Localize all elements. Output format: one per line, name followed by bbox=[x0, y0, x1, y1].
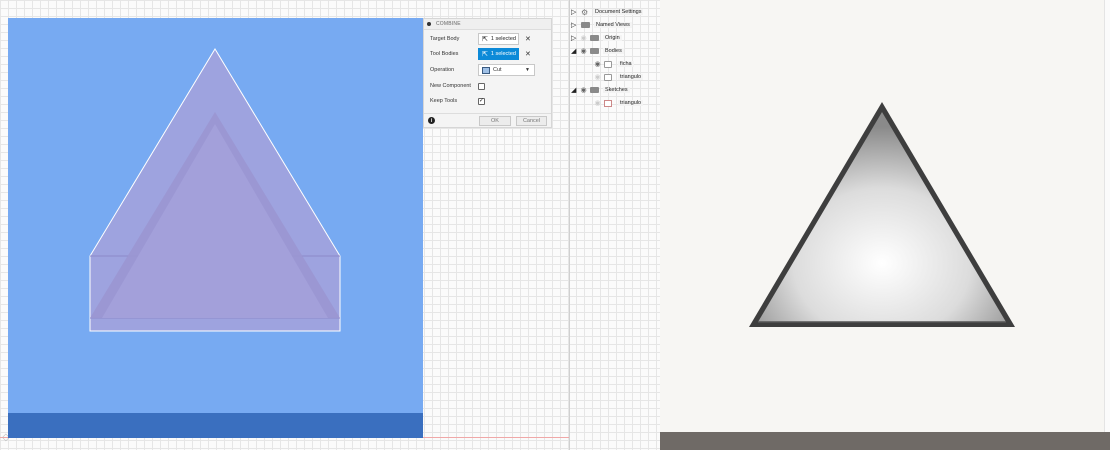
ground-plane bbox=[8, 413, 423, 438]
operation-label: Operation bbox=[430, 67, 455, 73]
render-border bbox=[1104, 0, 1110, 450]
tree-label: triangulo bbox=[618, 100, 644, 106]
triangle-pocket bbox=[758, 112, 1006, 322]
new-component-label: New Component bbox=[430, 83, 471, 89]
eye-icon[interactable]: ◉ bbox=[579, 47, 588, 55]
info-icon[interactable]: i bbox=[428, 117, 435, 124]
dialog-collapse-icon[interactable] bbox=[427, 22, 431, 26]
tree-item-document-settings[interactable]: ▷ ⚙ Document Settings bbox=[571, 6, 644, 18]
tool-bodies-label: Tool Bodies bbox=[430, 51, 459, 57]
tool-bodies-select[interactable]: ⇱ 1 selected bbox=[478, 48, 519, 60]
tree-label: Origin bbox=[603, 35, 622, 41]
rendered-model bbox=[749, 102, 1015, 327]
gear-icon: ⚙ bbox=[581, 7, 589, 17]
body-icon bbox=[604, 60, 612, 68]
eye-icon[interactable]: ◉ bbox=[579, 34, 588, 42]
tree-label: Document Settings bbox=[593, 9, 644, 15]
operation-row: Operation Cut ▼ bbox=[430, 64, 535, 76]
target-body-select[interactable]: ⇱ 1 selected bbox=[478, 33, 519, 45]
dialog-title: COMBINE bbox=[436, 21, 461, 27]
target-body-label: Target Body bbox=[430, 36, 460, 42]
tree-label: Sketches bbox=[603, 87, 630, 93]
chevron-down-icon: ▼ bbox=[525, 67, 530, 73]
tree-item-body-ficha[interactable]: ◉ ficha bbox=[593, 58, 634, 70]
model-bodies bbox=[89, 48, 341, 332]
operation-value: Cut bbox=[493, 67, 502, 73]
expand-icon[interactable]: ▷ bbox=[571, 21, 579, 29]
panel-divider bbox=[569, 0, 570, 450]
target-body-row: Target Body ⇱ 1 selected ✕ bbox=[430, 33, 531, 45]
clear-tools-icon[interactable]: ✕ bbox=[525, 50, 531, 58]
cut-icon bbox=[482, 66, 490, 74]
folder-icon bbox=[581, 22, 590, 28]
cursor-icon: ⇱ bbox=[482, 36, 488, 43]
sketch-icon bbox=[604, 99, 612, 107]
tree-label: Named Views bbox=[594, 22, 632, 28]
collapse-icon[interactable]: ◢ bbox=[571, 47, 579, 55]
folder-icon bbox=[590, 48, 599, 54]
cursor-icon: ⇱ bbox=[482, 51, 488, 58]
tree-item-sketch-triangulo[interactable]: ◉ triangulo bbox=[593, 97, 644, 109]
tree-item-named-views[interactable]: ▷ Named Views bbox=[571, 19, 632, 31]
expand-icon[interactable]: ▷ bbox=[571, 34, 579, 42]
eye-icon[interactable]: ◉ bbox=[593, 99, 602, 107]
ok-button[interactable]: OK bbox=[479, 116, 511, 126]
tree-item-body-triangulo[interactable]: ◉ triangulo bbox=[593, 71, 644, 83]
tool-bodies-row: Tool Bodies ⇱ 1 selected ✕ bbox=[430, 48, 531, 60]
eye-icon[interactable]: ◉ bbox=[593, 73, 602, 81]
keep-tools-label: Keep Tools bbox=[430, 98, 458, 104]
tool-bodies-value: 1 selected bbox=[490, 51, 516, 57]
new-component-row: New Component bbox=[430, 80, 485, 92]
render-view bbox=[660, 0, 1110, 450]
tree-item-bodies[interactable]: ◢ ◉ Bodies bbox=[571, 45, 624, 57]
target-body-value: 1 selected bbox=[490, 36, 516, 42]
render-ground bbox=[660, 432, 1110, 450]
eye-icon[interactable]: ◉ bbox=[593, 60, 602, 68]
tree-item-origin[interactable]: ▷ ◉ Origin bbox=[571, 32, 622, 44]
operation-dropdown[interactable]: Cut ▼ bbox=[478, 64, 535, 76]
eye-icon[interactable]: ◉ bbox=[579, 86, 588, 94]
keep-tools-row: Keep Tools ✓ bbox=[430, 95, 485, 107]
tree-item-sketches[interactable]: ◢ ◉ Sketches bbox=[571, 84, 630, 96]
expand-icon[interactable]: ▷ bbox=[571, 8, 579, 16]
new-component-checkbox[interactable] bbox=[478, 82, 485, 90]
tree-label: triangulo bbox=[618, 74, 644, 80]
collapse-icon[interactable]: ◢ bbox=[571, 86, 579, 94]
cancel-button[interactable]: Cancel bbox=[516, 116, 547, 126]
model-viewport[interactable] bbox=[8, 18, 423, 438]
body-icon bbox=[604, 73, 612, 81]
tree-label: Bodies bbox=[603, 48, 624, 54]
folder-icon bbox=[590, 87, 599, 93]
tree-label: ficha bbox=[618, 61, 634, 67]
dialog-footer: i OK Cancel bbox=[424, 113, 551, 127]
combine-dialog: COMBINE Target Body ⇱ 1 selected ✕ Tool … bbox=[423, 18, 552, 128]
dialog-header[interactable]: COMBINE bbox=[424, 19, 551, 30]
folder-icon bbox=[590, 35, 599, 41]
clear-target-icon[interactable]: ✕ bbox=[525, 35, 531, 43]
keep-tools-checkbox[interactable]: ✓ bbox=[478, 97, 485, 105]
